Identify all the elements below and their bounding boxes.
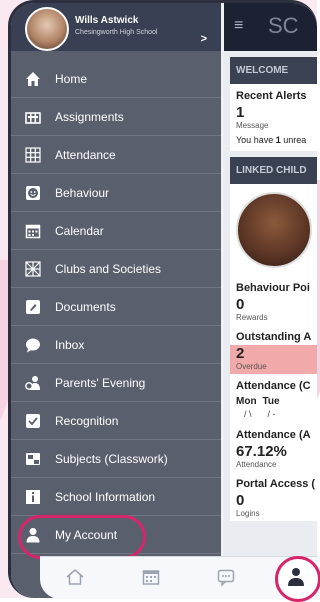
menu-label: Attendance — [55, 147, 116, 162]
attendance-week-title[interactable]: Attendance (C — [230, 374, 317, 394]
dashboard: ≡ SC WELCOME Recent Alerts 1 Message You… — [224, 3, 317, 598]
linked-child-header: LINKED CHILD — [230, 157, 317, 184]
attendance-pct-title[interactable]: Attendance (A — [230, 423, 317, 443]
info-icon — [25, 489, 41, 505]
subjects-icon — [25, 451, 41, 467]
menu-item-recognition[interactable]: Recognition — [11, 402, 221, 440]
document-icon — [25, 299, 41, 315]
attendance-pct: 67.12% — [236, 443, 287, 460]
menu-label: Documents — [55, 299, 116, 314]
portal-value: 0 — [236, 492, 245, 509]
attendance-grid-icon — [25, 146, 41, 163]
menu-label: School Information — [55, 489, 156, 504]
menu-label: Home — [55, 71, 88, 86]
menu-label: Behaviour — [55, 185, 110, 200]
profile-school: Chesingworth High School — [75, 29, 158, 36]
menu-item-documents[interactable]: Documents — [11, 288, 221, 326]
menu-label: Calendar — [55, 223, 104, 238]
menu-item-clubs[interactable]: Clubs and Societies — [11, 250, 221, 288]
user-icon — [287, 567, 305, 592]
app-title: SC — [268, 13, 299, 38]
portal-sub: Logins — [236, 509, 260, 518]
account-nav-highlight[interactable] — [275, 556, 320, 602]
assignments-icon — [25, 109, 41, 125]
profile-header[interactable]: Wills Astwick Chesingworth High School > — [11, 3, 221, 51]
outstanding-value: 2 — [236, 345, 245, 362]
alerts-sub: Message — [236, 121, 269, 130]
child-avatar-box — [230, 184, 317, 276]
recent-alerts-title[interactable]: Recent Alerts — [230, 84, 317, 104]
behaviour-value: 0 — [236, 296, 245, 313]
screen: ≡ SC WELCOME Recent Alerts 1 Message You… — [11, 3, 317, 598]
menu-label: Assignments — [55, 109, 124, 124]
week-marks: / \ / - — [244, 409, 276, 419]
menu-item-attendance[interactable]: Attendance — [11, 136, 221, 174]
home-icon — [25, 71, 41, 87]
menu-item-home[interactable]: Home — [11, 60, 221, 98]
menu-label: Parents' Evening — [55, 375, 146, 390]
outstanding-title[interactable]: Outstanding A — [230, 325, 317, 345]
alerts-count: 1 — [236, 104, 245, 121]
welcome-card: WELCOME Recent Alerts 1 Message You have… — [230, 57, 317, 151]
checkbox-icon — [25, 413, 41, 429]
welcome-header: WELCOME — [230, 57, 317, 84]
hamburger-icon[interactable]: ≡ — [234, 17, 243, 35]
linked-child-card: LINKED CHILD Behaviour Poi 0 Rewards Out… — [230, 157, 317, 521]
menu-item-inbox[interactable]: Inbox — [11, 326, 221, 364]
menu-item-calendar[interactable]: Calendar — [11, 212, 221, 250]
calendar-outline-icon[interactable] — [140, 567, 162, 589]
menu-item-parents-evening[interactable]: Parents' Evening — [11, 364, 221, 402]
menu-item-school-info[interactable]: School Information — [11, 478, 221, 516]
child-avatar[interactable] — [236, 192, 312, 268]
clubs-icon — [25, 260, 41, 277]
menu-item-behaviour[interactable]: Behaviour — [11, 174, 221, 212]
my-account-highlight-ring — [18, 515, 146, 559]
calendar-icon — [25, 223, 41, 239]
navigation-drawer: Wills Astwick Chesingworth High School >… — [11, 3, 221, 598]
week-days: Mon Tue — [236, 396, 280, 407]
alerts-line: You have 1 unrea — [236, 135, 307, 145]
behaviour-sub: Rewards — [236, 313, 268, 322]
inbox-icon — [25, 337, 41, 353]
portal-access-title[interactable]: Portal Access ( — [230, 472, 317, 492]
menu-item-assignments[interactable]: Assignments — [11, 98, 221, 136]
app-header: ≡ SC — [224, 3, 317, 51]
menu-label: Subjects (Classwork) — [55, 451, 168, 466]
profile-name: Wills Astwick — [75, 15, 139, 26]
menu-label: Recognition — [55, 413, 119, 428]
chevron-right-icon[interactable]: > — [201, 33, 207, 45]
overdue-block: 2 Overdue — [230, 345, 317, 374]
menu-label: Inbox — [55, 337, 85, 352]
behaviour-points-title[interactable]: Behaviour Poi — [230, 276, 317, 296]
home-outline-icon[interactable] — [64, 567, 86, 589]
menu-label: Clubs and Societies — [55, 261, 162, 276]
chat-icon[interactable] — [215, 567, 237, 589]
parents-evening-icon — [25, 375, 41, 391]
outstanding-sub: Overdue — [236, 362, 267, 371]
profile-avatar — [25, 7, 69, 51]
menu-item-subjects[interactable]: Subjects (Classwork) — [11, 440, 221, 478]
smiley-icon — [25, 185, 41, 201]
drawer-menu: Home Assignments Attendance Behaviour Ca… — [11, 60, 221, 554]
phone-frame: ≡ SC WELCOME Recent Alerts 1 Message You… — [8, 0, 317, 598]
attendance-sub: Attendance — [236, 460, 277, 469]
